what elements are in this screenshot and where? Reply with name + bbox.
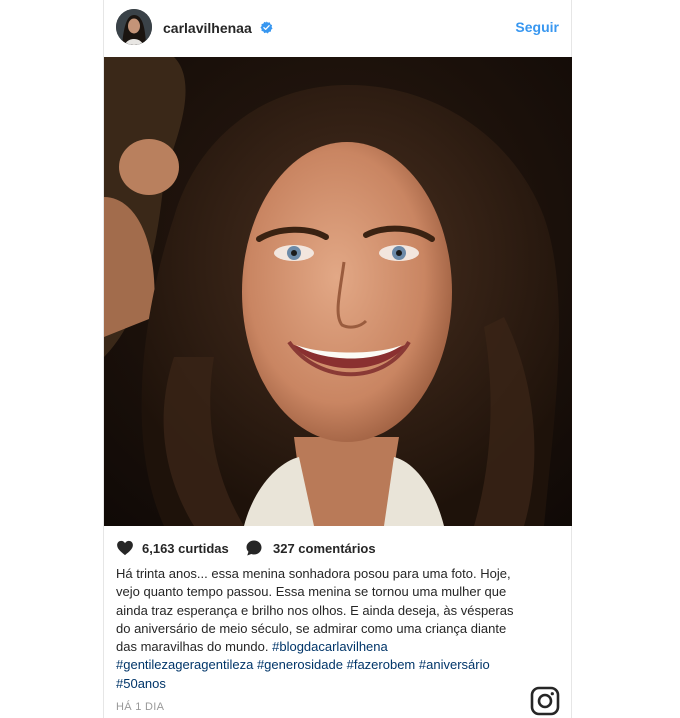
- verified-badge-icon: [260, 21, 273, 34]
- avatar[interactable]: [116, 9, 152, 45]
- instagram-logo-icon[interactable]: [530, 686, 560, 716]
- username[interactable]: carlavilhenaa: [163, 20, 252, 36]
- hashtag[interactable]: #fazerobem: [347, 657, 416, 672]
- hashtag[interactable]: #gentilezageragentileza: [116, 657, 253, 672]
- likes-count[interactable]: 6,163 curtidas: [142, 541, 229, 556]
- post-header: carlavilhenaa Seguir: [104, 0, 571, 57]
- post-timestamp[interactable]: HÁ 1 DIA: [116, 701, 164, 713]
- post-caption: Há trinta anos... essa menina sonhadora …: [116, 565, 516, 693]
- heart-icon[interactable]: [116, 539, 134, 557]
- hashtag[interactable]: #blogdacarlavilhena: [272, 639, 388, 654]
- hashtag[interactable]: #aniversário: [419, 657, 490, 672]
- post-photo[interactable]: [104, 57, 572, 526]
- hashtag[interactable]: #50anos: [116, 676, 166, 691]
- comments-count[interactable]: 327 comentários: [273, 541, 376, 556]
- follow-button[interactable]: Seguir: [515, 19, 559, 35]
- comment-bubble-icon[interactable]: [245, 539, 263, 557]
- hashtag[interactable]: #generosidade: [257, 657, 343, 672]
- post-card: carlavilhenaa Seguir 6,163 curtidas 327 …: [103, 0, 572, 718]
- post-actions: 6,163 curtidas 327 comentários: [116, 539, 556, 559]
